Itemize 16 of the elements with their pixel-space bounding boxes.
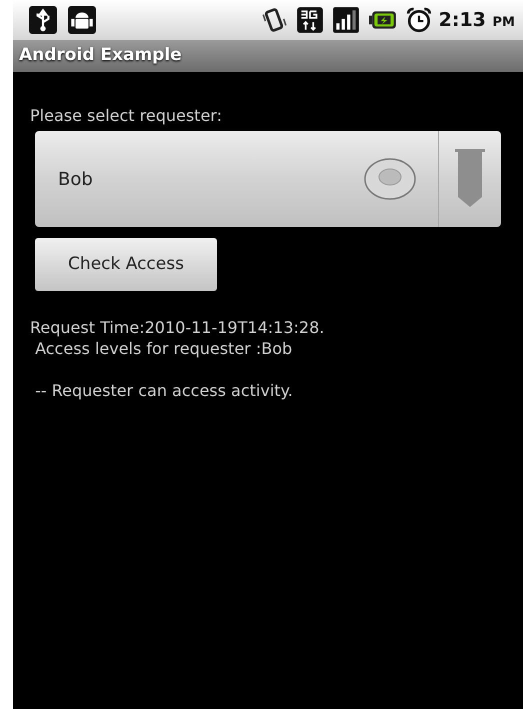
spinner-value: Bob <box>57 168 94 192</box>
app-title: Android Example <box>19 44 182 68</box>
usb-icon <box>27 6 59 34</box>
requester-spinner[interactable]: Bob <box>35 131 501 227</box>
signal-icon <box>330 6 361 34</box>
result-text: Request Time:2010-11-19T14:13:28. <box>30 317 326 338</box>
alarm-clock-icon <box>404 6 433 34</box>
status-time: 2:13 PM <box>438 8 515 33</box>
dropdown-arrow-icon <box>453 149 487 209</box>
result-text: Access levels for requester :Bob <box>34 338 294 359</box>
3g-data-icon <box>294 6 325 34</box>
result-text: -- Requester can access activity. <box>34 380 294 401</box>
radio-icon <box>364 157 416 201</box>
requester-label: Please select requester: <box>30 106 223 126</box>
android-robot-icon <box>65 6 99 34</box>
check-access-button[interactable]: Check Access <box>35 238 217 291</box>
